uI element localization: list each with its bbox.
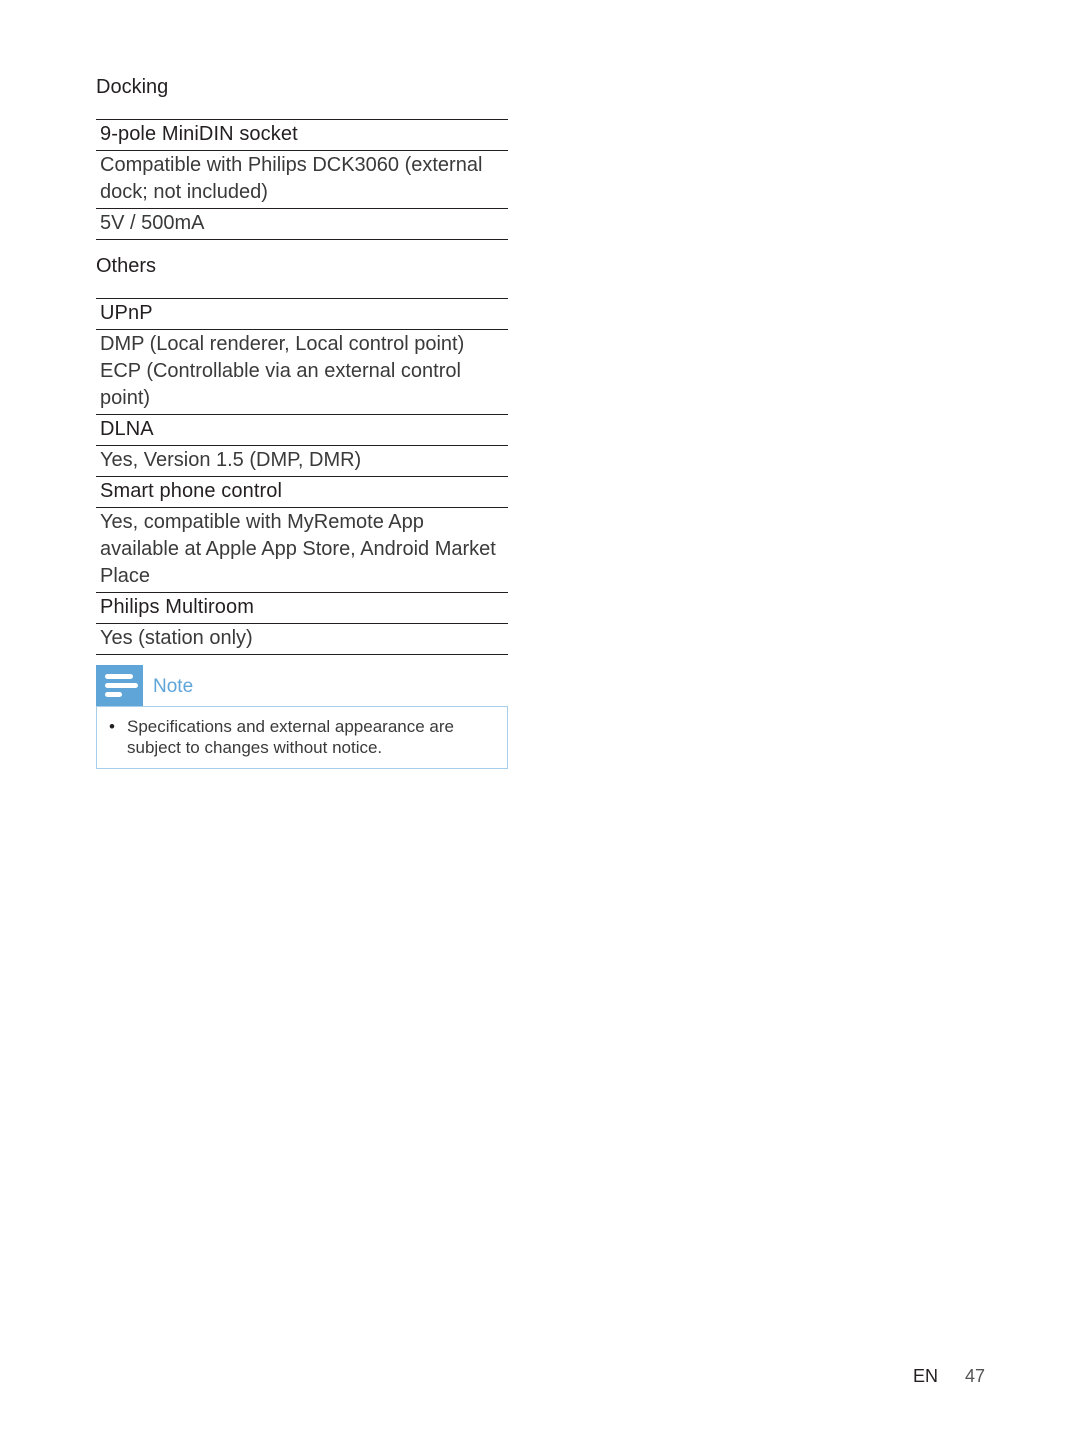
- docking-spec-table: 9-pole MiniDIN socket Compatible with Ph…: [96, 119, 508, 240]
- language-code: EN: [913, 1366, 939, 1386]
- note-header: Note: [96, 665, 508, 706]
- spec-value: Yes (station only): [96, 623, 508, 655]
- table-row: DMP (Local renderer, Local control point…: [96, 329, 508, 415]
- table-row: Yes (station only): [96, 623, 508, 655]
- note-item: Specifications and external appearance a…: [109, 716, 495, 758]
- table-row: Yes, Version 1.5 (DMP, DMR): [96, 445, 508, 477]
- spec-value: Yes, compatible with MyRemote App availa…: [96, 507, 508, 593]
- table-row: Smart phone control: [96, 476, 508, 508]
- note-box: Note Specifications and external appeara…: [96, 665, 508, 769]
- spec-header: DLNA: [96, 414, 508, 446]
- note-body: Specifications and external appearance a…: [96, 706, 508, 769]
- table-row: UPnP: [96, 298, 508, 330]
- table-row: Yes, compatible with MyRemote App availa…: [96, 507, 508, 593]
- spec-value: DMP (Local renderer, Local control point…: [96, 329, 508, 415]
- spec-header: 9-pole MiniDIN socket: [96, 119, 508, 151]
- table-row: 9-pole MiniDIN socket: [96, 119, 508, 151]
- page-footer: EN 47: [913, 1366, 985, 1387]
- table-row: Compatible with Philips DCK3060 (externa…: [96, 150, 508, 209]
- spec-header: Philips Multiroom: [96, 592, 508, 624]
- spec-value: 5V / 500mA: [96, 208, 508, 240]
- note-label: Note: [153, 675, 194, 697]
- note-lines-icon: [96, 665, 143, 706]
- page-number: 47: [965, 1366, 986, 1386]
- section-title-docking: Docking: [96, 76, 169, 98]
- spec-header: Smart phone control: [96, 476, 508, 508]
- section-title-others: Others: [96, 255, 157, 277]
- table-row: DLNA: [96, 414, 508, 446]
- spec-value: Compatible with Philips DCK3060 (externa…: [96, 150, 508, 209]
- spec-header: UPnP: [96, 298, 508, 330]
- table-row: 5V / 500mA: [96, 208, 508, 240]
- spec-value: Yes, Version 1.5 (DMP, DMR): [96, 445, 508, 477]
- others-spec-table: UPnP DMP (Local renderer, Local control …: [96, 298, 508, 655]
- table-row: Philips Multiroom: [96, 592, 508, 624]
